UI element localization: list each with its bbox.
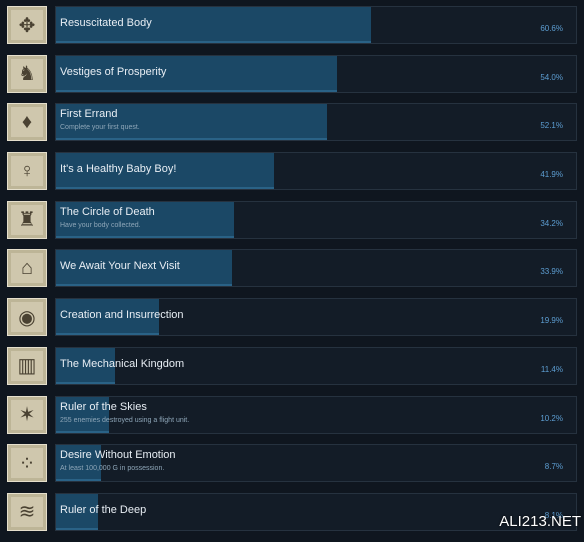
unlock-percent: 11.4%	[540, 364, 563, 374]
sphere-icon: ◉	[7, 298, 47, 337]
watermark: ALI213.NET	[499, 513, 581, 530]
achievement-name: Desire Without Emotion	[60, 449, 176, 462]
unlock-percent: 60.6%	[540, 24, 563, 33]
achievement-name: The Circle of Death	[60, 205, 155, 218]
achievement-row[interactable]: ♦ First Errand Complete your first quest…	[0, 103, 584, 142]
progress-box: We Await Your Next Visit 33.9%	[55, 249, 577, 288]
progress-box: Desire Without Emotion At least 100,000 …	[55, 444, 577, 483]
progress-box: The Circle of Death Have your body colle…	[55, 200, 577, 239]
progress-box: Creation and Insurrection 19.9%	[55, 298, 577, 337]
achievement-row[interactable]: ♜ The Circle of Death Have your body col…	[0, 200, 584, 239]
achievement-row[interactable]: ✥ Resuscitated Body 60.6%	[0, 6, 584, 44]
achievement-name: The Mechanical Kingdom	[60, 357, 185, 370]
achievement-name: Ruler of the Skies	[60, 400, 147, 413]
coins-icon: ⁘	[7, 444, 47, 483]
machine-figure-icon: ♜	[7, 200, 47, 239]
ruins-icon: ⌂	[7, 249, 47, 288]
unlock-percent: 54.0%	[540, 72, 563, 82]
achievement-description: At least 100,000 G in possession.	[60, 465, 165, 473]
unlock-percent: 8.7%	[544, 462, 563, 472]
achievement-row[interactable]: ⁘ Desire Without Emotion At least 100,00…	[0, 444, 584, 483]
tower-icon: ▥	[7, 346, 47, 385]
flight-unit-icon: ✶	[7, 395, 47, 434]
progress-box: Resuscitated Body 60.6%	[55, 6, 577, 44]
unlock-percent: 19.9%	[540, 316, 563, 326]
achievement-row[interactable]: ✶ Ruler of the Skies 255 enemies destroy…	[0, 395, 584, 434]
achievement-description: 255 enemies destroyed using a flight uni…	[60, 416, 190, 424]
progress-box: The Mechanical Kingdom 11.4%	[55, 346, 577, 385]
progress-box: First Errand Complete your first quest. …	[55, 103, 577, 142]
achievement-list: ✥ Resuscitated Body 60.6% ♞ Vestiges of …	[0, 6, 584, 542]
achievement-name: Creation and Insurrection	[60, 309, 184, 322]
achievement-name: Vestiges of Prosperity	[60, 65, 167, 78]
achievement-row[interactable]: ◉ Creation and Insurrection 19.9%	[0, 298, 584, 337]
progress-box: Ruler of the Skies 255 enemies destroyed…	[55, 395, 577, 434]
achievement-name: Resuscitated Body	[60, 17, 152, 29]
unlock-percent: 10.2%	[540, 413, 563, 423]
achievement-row[interactable]: ♀ It's a Healthy Baby Boy! 41.9%	[0, 152, 584, 191]
unlock-percent: 34.2%	[540, 218, 563, 228]
achievement-name: Ruler of the Deep	[60, 503, 147, 516]
progress-box: Vestiges of Prosperity 54.0%	[55, 54, 577, 93]
achievement-row[interactable]: ≋ Ruler of the Deep 8.1%	[0, 492, 584, 531]
achievement-row[interactable]: ♞ Vestiges of Prosperity 54.0%	[0, 54, 584, 93]
wave-icon: ≋	[7, 492, 47, 531]
achievement-description: Have your body collected.	[60, 221, 141, 229]
achievement-name: We Await Your Next Visit	[60, 260, 180, 273]
progress-box: It's a Healthy Baby Boy! 41.9%	[55, 152, 577, 191]
achievement-name: It's a Healthy Baby Boy!	[60, 163, 177, 176]
emblem-icon: ♦	[7, 103, 47, 142]
unlock-percent: 52.1%	[540, 121, 563, 131]
unlock-percent: 41.9%	[540, 170, 563, 180]
android-figure-icon: ♀	[7, 152, 47, 191]
unlock-percent: 33.9%	[540, 267, 563, 277]
winged-figure-icon: ✥	[7, 6, 47, 44]
achievement-name: First Errand	[60, 108, 118, 121]
achievement-description: Complete your first quest.	[60, 124, 140, 132]
antlered-creature-icon: ♞	[7, 54, 47, 93]
achievement-row[interactable]: ▥ The Mechanical Kingdom 11.4%	[0, 346, 584, 385]
achievement-row[interactable]: ⌂ We Await Your Next Visit 33.9%	[0, 249, 584, 288]
